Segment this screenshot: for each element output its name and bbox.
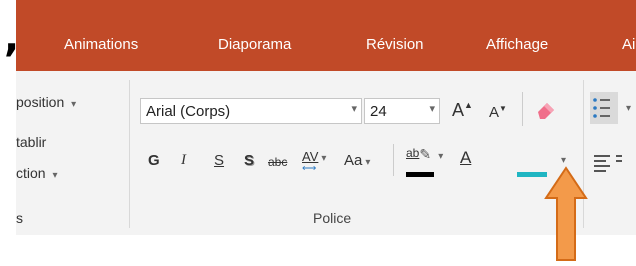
group-divider (129, 80, 130, 228)
shadow-button[interactable]: S (244, 152, 254, 169)
align-left-icon[interactable] (592, 152, 622, 174)
section-label: ction (16, 165, 46, 181)
tab-diaporama[interactable]: Diaporama (218, 36, 291, 53)
grow-font-icon: A (452, 100, 465, 120)
reset-button[interactable]: tablir (16, 134, 46, 150)
font-group-label: Police (313, 210, 352, 226)
disposition-button[interactable]: position ▾ (16, 94, 76, 110)
slides-group-label: s (16, 210, 23, 226)
divider (393, 144, 394, 176)
shrink-font-icon: A (489, 104, 500, 121)
highlighter-icon: ab (406, 146, 420, 160)
grow-font-button[interactable]: A▲ (452, 100, 473, 121)
strikethrough-button[interactable]: abc (268, 155, 287, 169)
character-spacing-button[interactable]: AV ▾ ⟷ (302, 148, 326, 176)
tab-ai[interactable]: Ai (622, 36, 635, 53)
chevron-down-icon[interactable]: ▾ (626, 103, 631, 114)
highlight-color-bar (406, 172, 434, 177)
chevron-down-icon[interactable]: ▾ (351, 102, 357, 115)
character-spacing-label: AV (302, 149, 319, 164)
font-name-combobox[interactable]: Arial (Corps) ▾ (140, 98, 362, 124)
eraser-icon[interactable] (535, 98, 557, 120)
chevron-down-icon[interactable]: ▾ (429, 102, 435, 115)
divider (522, 92, 523, 126)
tab-animations[interactable]: Animations (64, 36, 138, 53)
chevron-down-icon: ▾ (71, 99, 77, 110)
highlight-color-button[interactable]: ab✎ ▾ (406, 146, 443, 163)
bullets-icon (593, 98, 610, 118)
font-name-value: Arial (Corps) (146, 103, 231, 120)
font-color-button[interactable]: A (460, 148, 471, 168)
chevron-down-icon: ▾ (438, 151, 444, 162)
font-color-bar (517, 172, 547, 177)
font-size-value: 24 (370, 103, 387, 120)
tab-revision[interactable]: Révision (366, 36, 424, 53)
italic-button[interactable]: I (181, 152, 186, 169)
tab-affichage[interactable]: Affichage (486, 36, 548, 53)
disposition-label: position (16, 94, 65, 110)
bullets-button[interactable] (590, 92, 618, 124)
section-button[interactable]: ction ▾ (16, 165, 58, 181)
underline-button[interactable]: S (214, 152, 224, 169)
change-case-label: Aa (344, 152, 363, 169)
pointer-arrow-icon (544, 166, 588, 261)
spacing-arrows-icon: ⟷ (302, 163, 317, 174)
change-case-button[interactable]: Aa ▾ (344, 152, 370, 169)
font-size-combobox[interactable]: 24 ▾ (364, 98, 440, 124)
chevron-down-icon: ▾ (52, 170, 58, 181)
bold-button[interactable]: G (148, 152, 160, 169)
chevron-down-icon: ▾ (365, 157, 371, 168)
chevron-down-icon[interactable]: ▾ (561, 155, 566, 166)
shrink-font-button[interactable]: A▼ (489, 104, 507, 121)
